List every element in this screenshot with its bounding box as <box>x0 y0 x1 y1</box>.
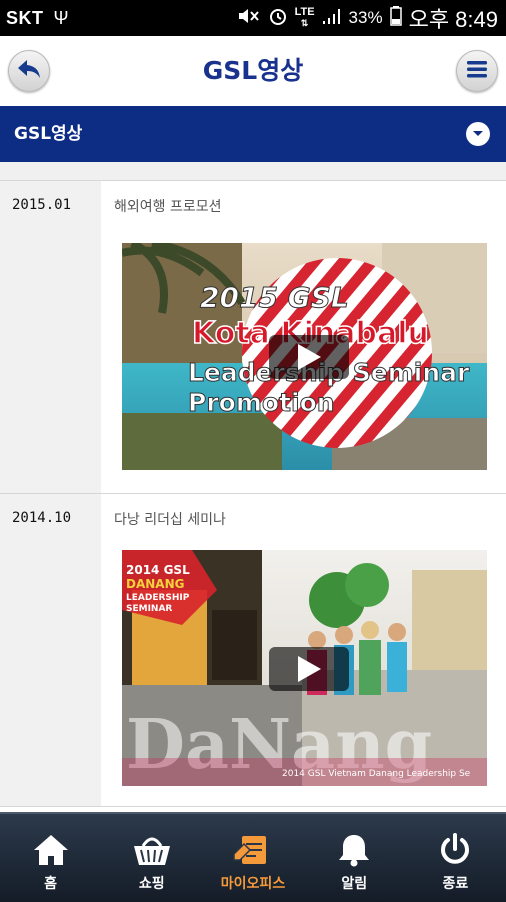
category-title: GSL영상 <box>14 124 83 144</box>
app-header: GSL영상 <box>0 36 506 106</box>
back-arrow-icon <box>16 58 42 84</box>
svg-text:2014 GSL: 2014 GSL <box>126 563 190 577</box>
play-icon <box>296 343 322 371</box>
menu-button[interactable] <box>456 50 498 92</box>
power-icon <box>437 830 473 870</box>
mute-icon <box>237 7 261 30</box>
chevron-down-icon[interactable] <box>466 122 490 146</box>
carrier-label: SKT <box>6 7 44 28</box>
list-spacer <box>0 162 506 181</box>
svg-text:SEMINAR: SEMINAR <box>126 604 172 614</box>
page-title: GSL영상 <box>202 56 304 85</box>
play-button[interactable] <box>269 647 349 691</box>
clock: 오후 8:49 <box>408 7 498 32</box>
my-office-icon <box>232 830 274 870</box>
video-title: 다낭 리더십 세미나 <box>114 512 226 528</box>
shopping-basket-icon <box>131 830 173 870</box>
svg-text:LEADERSHIP: LEADERSHIP <box>126 593 190 603</box>
play-icon <box>296 655 322 683</box>
hamburger-menu-icon <box>466 59 488 83</box>
category-bar[interactable]: GSL영상 <box>0 106 506 162</box>
nav-label: 알림 <box>341 876 368 892</box>
video-date: 2014.10 <box>12 510 72 526</box>
nav-item-notifications[interactable]: 알림 <box>304 814 405 902</box>
video-title: 해외여행 프로모션 <box>114 199 222 215</box>
video-thumbnail[interactable]: 2015 GSL Kota Kinabalu Leadership Semina… <box>122 243 487 470</box>
bottom-nav: 홈 쇼핑 마이오피스 알림 종료 <box>0 812 506 902</box>
date-column <box>0 494 101 806</box>
video-list-item[interactable]: 2015.01 해외여행 프로모션 2015 GSL Kota Kinabalu… <box>0 181 506 494</box>
nav-item-shopping[interactable]: 쇼핑 <box>101 814 202 902</box>
nav-item-home[interactable]: 홈 <box>0 814 101 902</box>
svg-text:2014 GSL Vietnam Danang Leader: 2014 GSL Vietnam Danang Leadership Se <box>282 769 471 779</box>
svg-text:Promotion: Promotion <box>188 388 335 417</box>
usb-icon: Ψ <box>53 7 69 28</box>
video-date: 2015.01 <box>12 197 72 213</box>
nav-label: 홈 <box>44 876 58 892</box>
signal-icon <box>322 7 342 30</box>
nav-item-exit[interactable]: 종료 <box>405 814 506 902</box>
svg-text:DANANG: DANANG <box>126 577 184 591</box>
battery-icon <box>389 5 402 31</box>
svg-text:2015 GSL: 2015 GSL <box>200 281 349 314</box>
status-bar: SKT Ψ LTE ⇅ 33% 오후 8:49 <box>0 0 506 36</box>
bell-icon <box>336 830 372 870</box>
nav-item-my-office[interactable]: 마이오피스 <box>202 814 303 902</box>
nav-label: 마이오피스 <box>220 876 286 892</box>
video-list-item[interactable]: 2014.10 다낭 리더십 세미나 2014 GSL DANANG LEADE… <box>0 494 506 807</box>
play-button[interactable] <box>269 335 349 379</box>
battery-level: 33% <box>348 8 383 27</box>
network-type: LTE ⇅ <box>294 6 315 29</box>
home-icon <box>32 830 70 870</box>
date-column <box>0 181 101 493</box>
video-list[interactable]: 2015.01 해외여행 프로모션 2015 GSL Kota Kinabalu… <box>0 162 506 812</box>
back-button[interactable] <box>8 50 50 92</box>
nav-label: 쇼핑 <box>138 876 165 892</box>
nav-label: 종료 <box>442 876 469 892</box>
alarm-icon <box>268 6 288 31</box>
video-thumbnail[interactable]: 2014 GSL DANANG LEADERSHIP SEMINAR DaNan… <box>122 550 487 786</box>
